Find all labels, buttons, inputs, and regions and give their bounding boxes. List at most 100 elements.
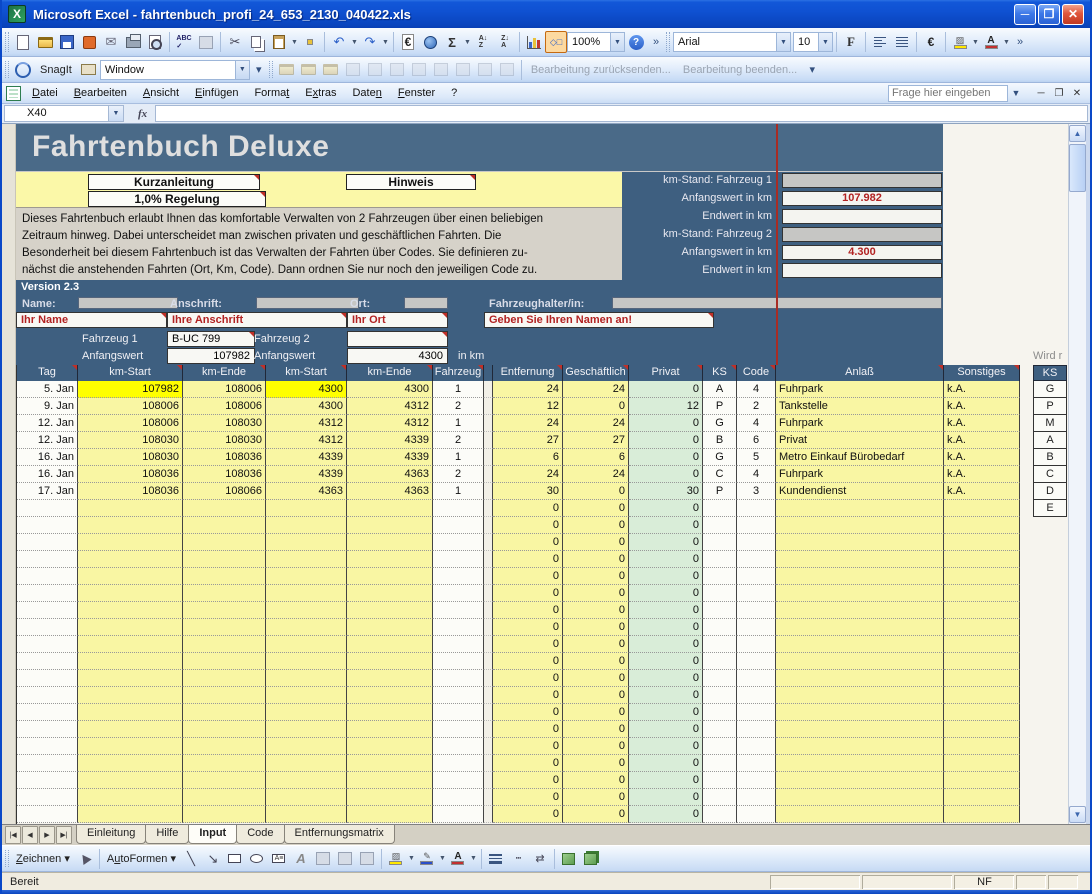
undo-dropdown[interactable]: ▼ [350, 31, 359, 53]
cell-fz[interactable]: 1 [433, 449, 484, 466]
cell-gap[interactable] [484, 806, 493, 823]
cell-priv[interactable]: 0 [629, 687, 703, 704]
sort-descending-icon[interactable]: Z↓ A [494, 31, 516, 53]
cell-ke1[interactable] [183, 789, 266, 806]
toolbar-grip[interactable] [5, 849, 9, 868]
cell-gap[interactable] [484, 636, 493, 653]
cell-ks2[interactable]: 4312 [266, 432, 347, 449]
cell-anl[interactable]: Metro Einkauf Bürobedarf [776, 449, 944, 466]
cell-ke1[interactable] [183, 687, 266, 704]
regelung-button[interactable]: 1,0% Regelung [88, 191, 266, 207]
cell-ks1[interactable] [78, 721, 183, 738]
cell-son[interactable] [944, 653, 1020, 670]
cell-ent[interactable]: 24 [493, 415, 563, 432]
cell-ke2[interactable]: 4363 [347, 466, 433, 483]
toolbar-grip[interactable] [5, 32, 9, 52]
cell-son[interactable]: k.A. [944, 483, 1020, 500]
ort-value-cell[interactable]: Ihr Ort [347, 312, 448, 328]
cell-priv[interactable]: 0 [629, 653, 703, 670]
cell-ks1[interactable] [78, 704, 183, 721]
cell-code[interactable]: 5 [737, 449, 776, 466]
ks-legend-cell[interactable]: B [1033, 449, 1067, 466]
cell-fz[interactable] [433, 619, 484, 636]
cell-gap[interactable] [484, 568, 493, 585]
cell-fz[interactable]: 1 [433, 483, 484, 500]
print-icon[interactable] [122, 31, 144, 53]
cell-gap[interactable] [484, 755, 493, 772]
cell-ks[interactable] [703, 704, 737, 721]
cell-ks[interactable] [703, 721, 737, 738]
cell-ent[interactable]: 27 [493, 432, 563, 449]
cell-ke1[interactable] [183, 772, 266, 789]
research-icon[interactable] [195, 31, 217, 53]
cell-priv[interactable]: 0 [629, 755, 703, 772]
cell-ks1[interactable] [78, 500, 183, 517]
cell-fz[interactable] [433, 517, 484, 534]
cell-anl[interactable] [776, 619, 944, 636]
cell-priv[interactable]: 0 [629, 381, 703, 398]
cell-fz[interactable]: 2 [433, 432, 484, 449]
cell-son[interactable]: k.A. [944, 398, 1020, 415]
font-size-select[interactable]: 10 ▼ [793, 32, 833, 52]
cell-ent[interactable]: 0 [493, 551, 563, 568]
hyperlink-globe-icon[interactable] [419, 31, 441, 53]
cell-anl[interactable]: Fuhrpark [776, 466, 944, 483]
name-box-dropdown-icon[interactable]: ▼ [109, 105, 124, 122]
cell-gap[interactable] [484, 789, 493, 806]
cell-tag[interactable] [17, 670, 78, 687]
snagit-label[interactable]: SnagIt [40, 64, 72, 76]
tab-first-icon[interactable]: |◀ [5, 826, 21, 844]
cell-gap[interactable] [484, 670, 493, 687]
cell-anl[interactable]: Fuhrpark [776, 415, 944, 432]
cell-ke2[interactable] [347, 687, 433, 704]
cell-ks[interactable]: P [703, 483, 737, 500]
cell-ks2[interactable] [266, 806, 347, 823]
cell-ke1[interactable] [183, 806, 266, 823]
cell-ges[interactable]: 24 [563, 415, 629, 432]
cell-ke1[interactable] [183, 534, 266, 551]
cell-ges[interactable]: 0 [563, 789, 629, 806]
cell-ke2[interactable] [347, 602, 433, 619]
cell-ges[interactable]: 24 [563, 381, 629, 398]
cell-ges[interactable]: 0 [563, 738, 629, 755]
cell-tag[interactable] [17, 772, 78, 789]
cell-anl[interactable] [776, 721, 944, 738]
cell-fz[interactable]: 1 [433, 415, 484, 432]
open-folder-icon[interactable] [34, 31, 56, 53]
cell-ges[interactable]: 0 [563, 398, 629, 415]
cell-ke2[interactable] [347, 772, 433, 789]
cell-ks[interactable] [703, 789, 737, 806]
cell-ks2[interactable]: 4339 [266, 466, 347, 483]
cell-code[interactable] [737, 568, 776, 585]
cell-ke1[interactable] [183, 619, 266, 636]
cell-priv[interactable]: 0 [629, 568, 703, 585]
undo-icon[interactable]: ↶ [328, 31, 350, 53]
cell-ke1[interactable]: 108030 [183, 432, 266, 449]
cell-gap[interactable] [484, 398, 493, 415]
cell-ke2[interactable] [347, 755, 433, 772]
autosum-icon[interactable]: Σ [441, 31, 463, 53]
cell-ges[interactable]: 27 [563, 432, 629, 449]
cell-ks1[interactable] [78, 806, 183, 823]
cell-son[interactable] [944, 585, 1020, 602]
cell-code[interactable] [737, 585, 776, 602]
cell-fz[interactable] [433, 500, 484, 517]
cell-anl[interactable] [776, 653, 944, 670]
cell-tag[interactable] [17, 738, 78, 755]
cell-ks[interactable] [703, 636, 737, 653]
cell-son[interactable] [944, 755, 1020, 772]
cell-ges[interactable]: 0 [563, 619, 629, 636]
cell-ke1[interactable] [183, 704, 266, 721]
cell-code[interactable] [737, 789, 776, 806]
cell-fz[interactable]: 1 [433, 381, 484, 398]
cell-fz[interactable] [433, 704, 484, 721]
cell-code[interactable]: 3 [737, 483, 776, 500]
cell-ks[interactable] [703, 585, 737, 602]
clipart-icon[interactable] [334, 848, 356, 870]
maximize-button[interactable]: ❐ [1038, 3, 1060, 25]
cell-ks2[interactable]: 4363 [266, 483, 347, 500]
cell-tag[interactable] [17, 585, 78, 602]
ks-legend-cell[interactable]: G [1033, 381, 1067, 398]
cell-priv[interactable]: 0 [629, 789, 703, 806]
cell-ke1[interactable]: 108036 [183, 466, 266, 483]
